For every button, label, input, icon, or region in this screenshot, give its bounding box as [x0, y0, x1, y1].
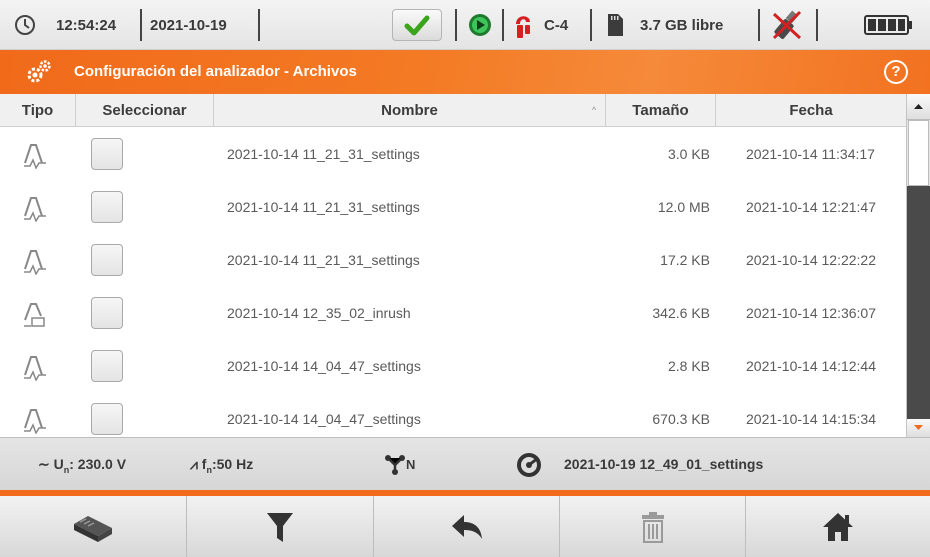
table-row-partial[interactable] [0, 428, 906, 437]
clamp-label: C-4 [544, 16, 569, 34]
column-tamano[interactable]: Tamaño [606, 94, 716, 127]
sort-ascending-icon: ^ [592, 105, 597, 115]
usb-disconnected-icon [770, 0, 804, 50]
scroll-track[interactable] [907, 186, 930, 419]
file-name: 2021-10-14 11_21_31_settings [227, 199, 420, 215]
table-row[interactable]: 2021-10-14 14_04_47_settings 2.8 KB 2021… [0, 340, 906, 393]
column-seleccionar[interactable]: Seleccionar [76, 94, 214, 127]
file-date: 2021-10-14 12:36:07 [746, 305, 876, 321]
active-settings-name: 2021-10-19 12_49_01_settings [564, 456, 764, 472]
nominal-frequency: ⩘ fn:50 Hz [190, 456, 254, 475]
column-fecha[interactable]: Fecha [716, 94, 906, 127]
table-row[interactable]: 2021-10-14 11_21_31_settings 3.0 KB 2021… [0, 128, 906, 181]
page-title: Configuración del analizador - Archivos [74, 63, 357, 80]
row-select-checkbox[interactable] [91, 244, 123, 276]
file-size: 342.6 KB [652, 305, 710, 321]
back-icon [451, 514, 482, 539]
file-size: 2.8 KB [667, 358, 710, 374]
file-name: 2021-10-14 12_35_02_inrush [227, 305, 411, 321]
inrush-file-icon [24, 303, 45, 327]
help-button[interactable]: ? [884, 60, 908, 84]
table-row[interactable]: 2021-10-14 11_21_31_settings 12.0 MB 202… [0, 181, 906, 234]
delete-button[interactable] [560, 496, 746, 557]
clock-icon [14, 0, 36, 50]
column-tipo[interactable]: Tipo [0, 94, 76, 127]
battery-icon [864, 0, 914, 50]
column-nombre[interactable]: Nombre [214, 94, 606, 127]
home-icon [823, 512, 853, 541]
settings-file-icon [24, 356, 46, 381]
network-type: N [384, 438, 415, 491]
table-row[interactable]: 2021-10-14 12_35_02_inrush 342.6 KB 2021… [0, 287, 906, 340]
bottom-toolbar [0, 496, 930, 557]
storage-icon [74, 515, 112, 542]
trash-icon [641, 511, 664, 543]
table-header: Tipo Seleccionar Nombre ^ Tamaño Fecha [0, 94, 906, 127]
file-name: 2021-10-14 11_21_31_settings [227, 146, 420, 162]
home-button[interactable] [746, 496, 930, 557]
file-name: 2021-10-14 11_21_31_settings [227, 252, 420, 268]
settings-gauge-icon [516, 438, 542, 491]
ok-status-button[interactable] [392, 9, 442, 41]
recording-icon [468, 0, 492, 50]
status-date: 2021-10-19 [150, 16, 227, 34]
row-select-checkbox[interactable] [91, 350, 123, 382]
settings-file-icon [24, 197, 46, 222]
scroll-thumb[interactable] [908, 120, 929, 186]
table-row[interactable]: 2021-10-14 11_21_31_settings 17.2 KB 202… [0, 234, 906, 287]
row-select-checkbox[interactable] [91, 191, 123, 223]
row-select-checkbox[interactable] [91, 297, 123, 329]
pulse-icon: ⩘ [190, 456, 198, 472]
nominal-voltage: ∼ Un: 230.0 V [38, 456, 127, 475]
file-size: 3.0 KB [667, 146, 710, 162]
sd-card-icon [606, 0, 624, 50]
scroll-up-button[interactable] [907, 94, 930, 120]
file-date: 2021-10-14 14:12:44 [746, 358, 876, 374]
file-date: 2021-10-14 12:22:22 [746, 252, 876, 268]
vertical-scrollbar[interactable] [906, 94, 930, 437]
scroll-up-icon [914, 104, 923, 109]
file-name: 2021-10-14 14_04_47_settings [227, 358, 421, 374]
info-bar: ∼ Un: 230.0 V ⩘ fn:50 Hz N 2021-10-19 12… [0, 437, 930, 490]
settings-file-icon [24, 250, 46, 275]
clamp-icon [512, 0, 534, 50]
storage-free: 3.7 GB libre [640, 16, 724, 34]
scroll-down-button[interactable] [907, 419, 930, 437]
network-star-icon [385, 455, 405, 476]
settings-file-icon [24, 144, 46, 169]
back-button[interactable] [374, 496, 560, 557]
gears-icon [27, 60, 51, 83]
file-size: 17.2 KB [660, 252, 710, 268]
file-date: 2021-10-14 11:34:17 [746, 146, 875, 162]
file-date: 2021-10-14 12:21:47 [746, 199, 876, 215]
file-size: 12.0 MB [657, 199, 710, 215]
status-time: 12:54:24 [56, 16, 117, 34]
storage-button[interactable] [0, 496, 187, 557]
sine-wave-icon: ∼ [38, 456, 50, 472]
file-list: 2021-10-14 11_21_31_settings 3.0 KB 2021… [0, 128, 906, 437]
status-bar: 12:54:24 2021-10-19 C-4 3.7 GB libre [0, 0, 930, 50]
checkmark-icon [404, 15, 430, 36]
title-bar: Configuración del analizador - Archivos … [0, 50, 930, 94]
scroll-down-icon [914, 425, 923, 430]
row-select-checkbox[interactable] [91, 138, 123, 170]
filter-button[interactable] [187, 496, 374, 557]
filter-icon [267, 512, 293, 542]
